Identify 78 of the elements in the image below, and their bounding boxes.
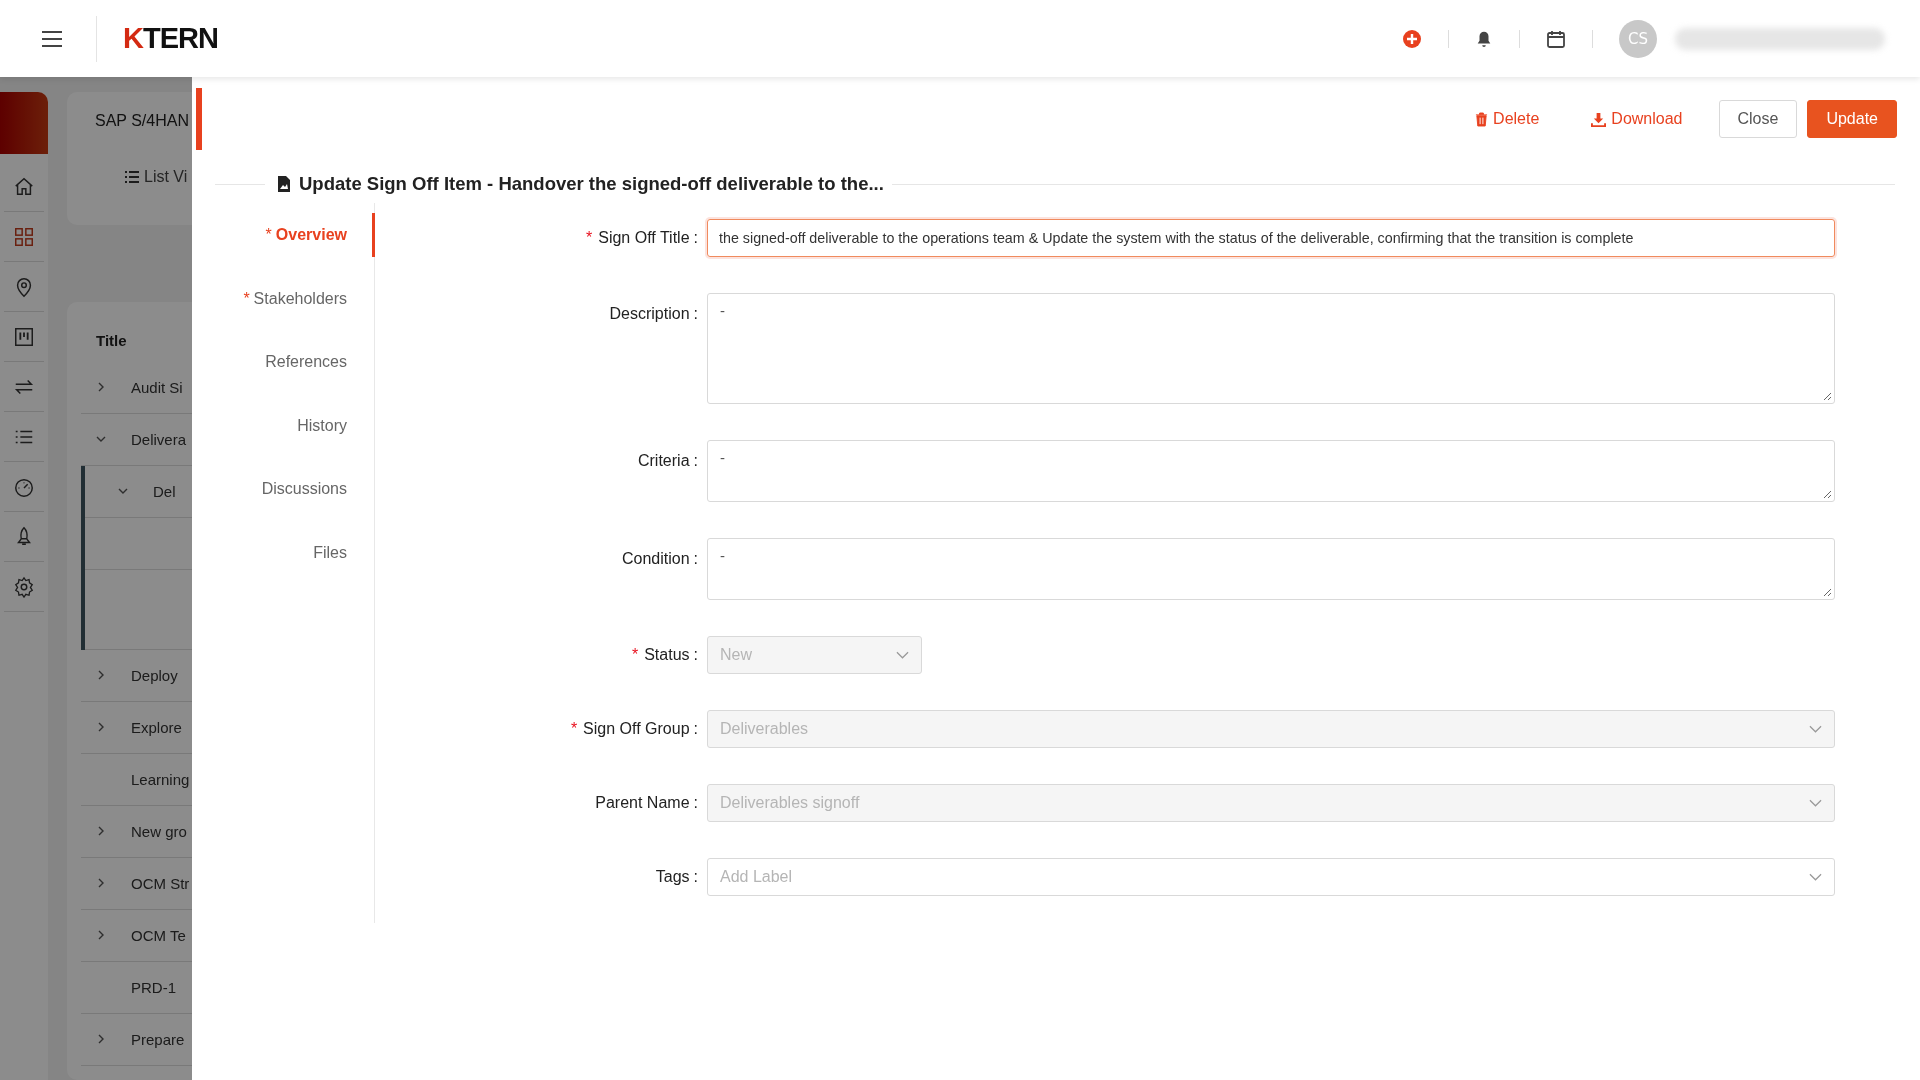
delete-button[interactable]: Delete — [1459, 100, 1556, 138]
text-area[interactable]: - — [707, 538, 1835, 600]
drawer-title: Update Sign Off Item - Handover the signed-off deliverable to the... — [299, 173, 884, 195]
field-label: Description — [609, 305, 690, 323]
list-view-tab[interactable]: List Vi — [125, 168, 188, 186]
field-label: Condition — [621, 550, 690, 568]
tree-item[interactable]: OCM Str — [131, 874, 190, 892]
field-label: Tags — [655, 868, 690, 886]
update-button[interactable]: Update — [1807, 100, 1897, 138]
chevron-down-icon — [896, 651, 909, 659]
chevron-down-icon — [1809, 725, 1822, 733]
required-asterisk: * — [243, 289, 250, 308]
close-button[interactable]: Close — [1718, 100, 1798, 138]
document-icon — [277, 175, 291, 193]
resize-handle-icon[interactable] — [1823, 392, 1831, 400]
list-icon — [125, 171, 139, 183]
section-tab[interactable]: Discussions — [261, 467, 375, 512]
section-tab[interactable]: * Overview — [265, 213, 375, 257]
section-tab[interactable]: * Stakeholders — [243, 276, 375, 321]
tab-label: Stakeholders — [253, 289, 347, 308]
section-tab[interactable]: References — [265, 340, 375, 385]
tree-item[interactable]: Explore — [131, 718, 182, 736]
label-colon: : — [693, 646, 698, 664]
sidebar-header — [0, 92, 48, 154]
tree-item[interactable]: Delivera — [131, 430, 187, 448]
section-tab[interactable]: Files — [313, 530, 375, 575]
chevron-down-icon — [1809, 873, 1822, 881]
download-button[interactable]: Download — [1575, 100, 1699, 138]
accent-bar — [196, 88, 202, 150]
tab-label: Discussions — [261, 480, 347, 499]
section-tab[interactable]: History — [297, 403, 375, 448]
input-field[interactable]: the signed-off deliverable to the operations team & Update the system with the status of the deliverable, confirming that the transition is complete — [707, 219, 1835, 257]
trash-icon — [1475, 111, 1489, 127]
tree-item[interactable]: OCM Te — [131, 926, 186, 944]
settings-icon[interactable] — [13, 575, 35, 598]
tree-item[interactable]: Learning — [131, 770, 190, 788]
tab-label: Overview — [275, 226, 347, 244]
label-colon: : — [693, 794, 698, 812]
resize-handle-icon[interactable] — [1823, 588, 1831, 596]
notification-bell-icon[interactable] — [1475, 29, 1493, 48]
tab-label: Files — [313, 543, 347, 562]
field-label: Sign Off Title — [598, 229, 690, 247]
label-colon: : — [693, 452, 698, 470]
tree-item[interactable]: Prepare — [131, 1030, 185, 1048]
tree-item[interactable]: PRD-1 — [131, 978, 176, 996]
tab-label: References — [265, 353, 347, 372]
add-icon[interactable] — [1402, 28, 1422, 49]
column-header: Title — [95, 331, 127, 351]
field-label: Status — [644, 646, 690, 664]
required-asterisk: * — [631, 646, 639, 664]
tree-item[interactable]: Del — [153, 482, 176, 500]
tab-label: History — [297, 416, 347, 435]
label-colon: : — [693, 720, 698, 738]
text-area[interactable]: - — [707, 440, 1835, 502]
text-area[interactable]: - — [707, 293, 1835, 404]
grid-icon[interactable] — [13, 225, 35, 248]
project-title: SAP S/4HAN — [95, 112, 190, 130]
label-colon: : — [693, 229, 698, 247]
tree-item[interactable]: Deploy — [131, 666, 178, 684]
label-colon: : — [693, 868, 698, 886]
required-asterisk: * — [570, 720, 578, 738]
field-label: Criteria — [638, 452, 690, 470]
tree-item[interactable]: New gro — [131, 822, 187, 840]
required-asterisk: * — [265, 226, 272, 244]
board-icon[interactable] — [13, 325, 35, 348]
chevron-down-icon — [1809, 799, 1822, 807]
required-asterisk: * — [586, 229, 593, 247]
calendar-icon[interactable] — [1546, 28, 1566, 49]
menu-icon[interactable] — [42, 30, 62, 47]
field-label: Parent Name — [595, 794, 690, 812]
resize-handle-icon[interactable] — [1823, 490, 1831, 498]
label-colon: : — [693, 550, 698, 568]
tree-item[interactable]: Audit Si — [131, 378, 183, 396]
brand-logo[interactable]: KTERN — [123, 22, 218, 55]
download-icon — [1591, 111, 1607, 127]
home-icon[interactable] — [13, 175, 35, 198]
label-colon: : — [693, 305, 698, 323]
field-label: Sign Off Group — [583, 720, 690, 738]
